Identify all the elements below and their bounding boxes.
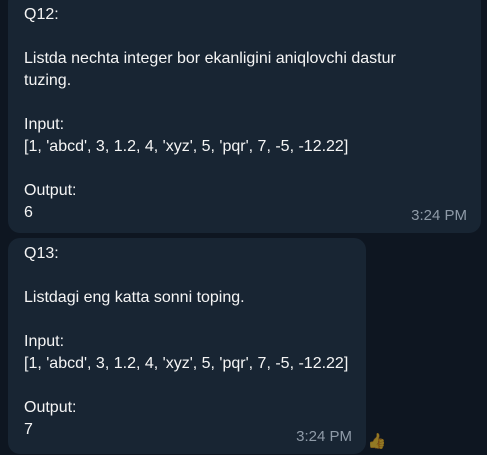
- message-time: 3:24 PM: [296, 428, 352, 445]
- input-label: Input:: [24, 116, 65, 133]
- message-time: 3:24 PM: [411, 207, 467, 224]
- output-label: Output:: [24, 399, 77, 416]
- message-bubble[interactable]: Q13: Listdagi eng katta sonni toping. In…: [8, 238, 366, 454]
- message-text-line: tuzing.: [24, 72, 72, 89]
- input-value: [1, 'abcd', 3, 1.2, 4, 'xyz', 5, 'pqr', …: [24, 355, 349, 372]
- message-text-line: Listda nechta integer bor ekanligini ani…: [24, 50, 396, 67]
- message-text-line: Listdagi eng katta sonni toping.: [24, 289, 245, 306]
- thumbs-up-icon[interactable]: 👍: [367, 432, 387, 452]
- chat-view: Q12: Listda nechta integer bor ekanligin…: [0, 0, 487, 455]
- output-label: Output:: [24, 182, 77, 199]
- input-label: Input:: [24, 333, 65, 350]
- message-title: Q13:: [24, 245, 59, 262]
- message-bubble[interactable]: Q12: Listda nechta integer bor ekanligin…: [8, 0, 481, 233]
- message-title: Q12:: [24, 6, 59, 23]
- output-value: 6: [24, 204, 33, 221]
- input-value: [1, 'abcd', 3, 1.2, 4, 'xyz', 5, 'pqr', …: [24, 138, 349, 155]
